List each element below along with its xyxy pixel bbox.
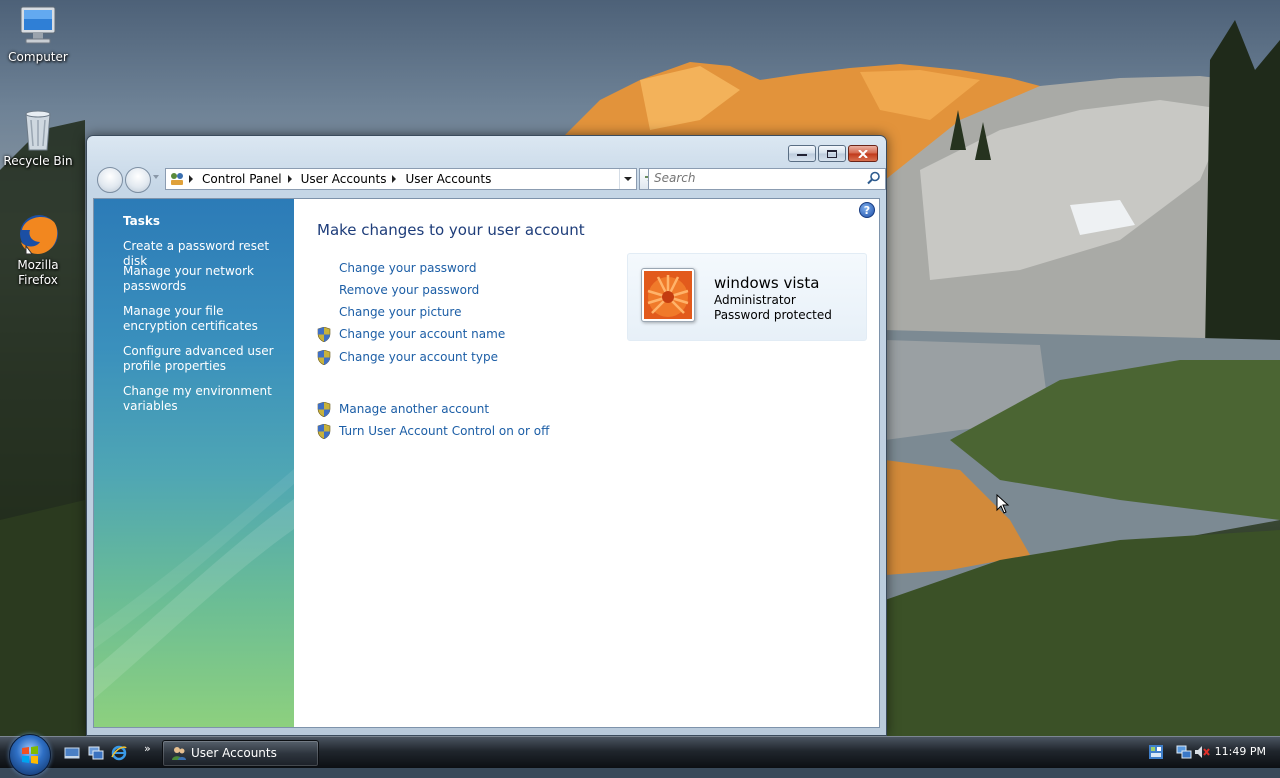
recycle-bin-icon (14, 108, 62, 152)
user-accounts-icon (172, 747, 186, 760)
search-box[interactable] (648, 168, 886, 190)
tasks-heading: Tasks (123, 214, 161, 228)
flower-picture-icon (644, 271, 692, 319)
uac-shield-icon (317, 350, 331, 365)
account-picture[interactable] (641, 268, 695, 322)
search-icon[interactable] (867, 171, 881, 185)
mouse-cursor-icon (996, 494, 1010, 514)
uac-shield-icon (317, 327, 331, 342)
desktop-icon-label: Computer (8, 50, 68, 64)
account-name: windows vista (714, 274, 820, 292)
manage-another-account-link[interactable]: Manage another account (339, 402, 489, 416)
start-button[interactable] (9, 734, 51, 776)
change-account-name-link[interactable]: Change your account name (339, 327, 505, 341)
change-picture-link[interactable]: Change your picture (339, 305, 461, 319)
show-desktop-icon[interactable] (64, 745, 80, 761)
breadcrumb: Control Panel User Accounts User Account… (189, 172, 491, 186)
remove-password-link[interactable]: Remove your password (339, 283, 479, 297)
window-content: Tasks Create a password reset disk Manag… (93, 198, 880, 728)
page-title: Make changes to your user account (317, 221, 585, 239)
uac-shield-icon (317, 424, 331, 439)
address-dropdown-button[interactable] (619, 169, 636, 189)
account-card: windows vista Administrator Password pro… (627, 253, 867, 341)
navigation-bar: Control Panel User Accounts User Account… (95, 166, 886, 193)
forward-button[interactable] (125, 167, 151, 193)
minimize-button[interactable] (788, 145, 816, 162)
desktop-icon-label: Recycle Bin (3, 154, 73, 168)
desktop-icon-label: Mozilla Firefox (17, 258, 59, 287)
account-type: Administrator (714, 293, 796, 307)
change-password-link[interactable]: Change your password (339, 261, 477, 275)
breadcrumb-arrow-icon (392, 175, 397, 183)
network-icon[interactable] (1176, 744, 1192, 760)
search-input[interactable] (649, 169, 854, 187)
recent-pages-dropdown[interactable] (153, 175, 159, 179)
maximize-icon (827, 149, 837, 158)
windows-sidebar-icon[interactable] (1148, 744, 1164, 760)
task-change-environment-variables[interactable]: Change my environment variables (123, 384, 283, 414)
switch-windows-icon[interactable] (88, 745, 104, 761)
breadcrumb-user-accounts[interactable]: User Accounts (301, 172, 387, 186)
desktop-icon-computer[interactable]: Computer (0, 4, 76, 65)
desktop-icon-firefox[interactable]: Mozilla Firefox (0, 212, 76, 288)
task-manage-file-encryption-certificates[interactable]: Manage your file encryption certificates (123, 304, 283, 334)
computer-icon (14, 4, 62, 48)
desktop-icon-recycle-bin[interactable]: Recycle Bin (0, 108, 76, 169)
chevron-down-icon (624, 177, 632, 181)
windows-logo-icon (22, 746, 38, 764)
breadcrumb-arrow-icon (189, 175, 193, 183)
quick-launch-more-icon[interactable]: » (144, 742, 151, 755)
back-button[interactable] (97, 167, 123, 193)
breadcrumb-control-panel[interactable]: Control Panel (202, 172, 282, 186)
minimize-icon (797, 153, 807, 156)
account-status: Password protected (714, 308, 832, 322)
clock[interactable]: 11:49 PM (1215, 745, 1266, 758)
tasks-pane: Tasks Create a password reset disk Manag… (94, 199, 294, 727)
close-icon (858, 149, 868, 158)
taskbar: » User Accounts 11:49 PM (0, 734, 1280, 776)
taskbar-button-label: User Accounts (191, 746, 277, 760)
maximize-button[interactable] (818, 145, 846, 162)
firefox-icon (14, 212, 62, 256)
change-account-type-link[interactable]: Change your account type (339, 350, 498, 364)
close-button[interactable] (848, 145, 878, 162)
window-controls (788, 145, 878, 162)
internet-explorer-icon[interactable] (111, 745, 127, 761)
user-accounts-window: Control Panel User Accounts User Account… (86, 135, 887, 736)
task-manage-network-passwords[interactable]: Manage your network passwords (123, 264, 283, 294)
volume-muted-icon[interactable] (1194, 744, 1210, 760)
control-panel-icon (171, 173, 183, 185)
uac-shield-icon (317, 402, 331, 417)
address-bar[interactable]: Control Panel User Accounts User Account… (165, 168, 637, 190)
help-icon[interactable]: ? (859, 202, 875, 218)
breadcrumb-arrow-icon (287, 175, 292, 183)
taskbar-button-user-accounts[interactable]: User Accounts (162, 740, 319, 767)
task-configure-advanced-user-profile[interactable]: Configure advanced user profile properti… (123, 344, 283, 374)
toggle-uac-link[interactable]: Turn User Account Control on or off (339, 424, 549, 438)
breadcrumb-user-accounts-current[interactable]: User Accounts (405, 172, 491, 186)
